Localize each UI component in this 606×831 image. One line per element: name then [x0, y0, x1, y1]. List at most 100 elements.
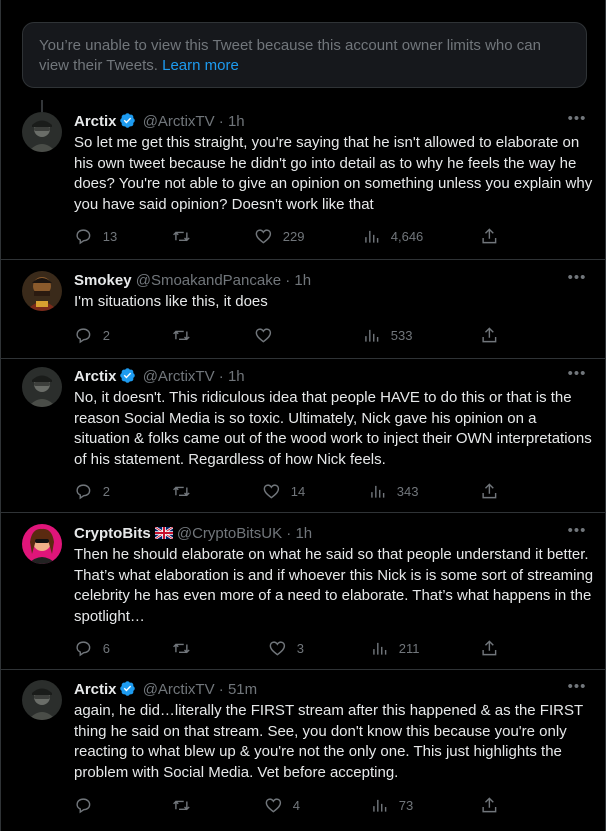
separator: ·	[286, 525, 292, 542]
tweet[interactable]: CryptoBits @CryptoBitsUK · 1h ••• Then h…	[1, 513, 606, 670]
timestamp[interactable]: 1h	[294, 272, 311, 289]
reply-count: 2	[102, 483, 110, 499]
tweet-actions: 13 229 4,646	[74, 226, 500, 246]
separator: ·	[218, 681, 224, 698]
timestamp[interactable]: 1h	[228, 368, 245, 385]
separator: ·	[218, 113, 224, 130]
display-name[interactable]: Arctix	[74, 681, 117, 698]
reply-button[interactable]: 13	[74, 226, 117, 246]
like-button[interactable]: 14	[262, 481, 305, 501]
views-button[interactable]: 533	[362, 325, 412, 345]
tweet-actions: 2 533	[74, 325, 500, 345]
restricted-tweet-notice: You’re unable to view this Tweet because…	[22, 22, 587, 88]
handle[interactable]: @SmoakandPancake	[136, 272, 281, 289]
retweet-button[interactable]	[172, 481, 201, 501]
tweet[interactable]: Smokey @SmoakandPancake · 1h ••• I'm sit…	[1, 260, 606, 359]
avatar[interactable]	[22, 112, 62, 152]
reply-icon	[76, 641, 91, 656]
display-name[interactable]: CryptoBits	[74, 525, 151, 542]
reply-button[interactable]: 2	[74, 481, 110, 501]
heart-icon	[255, 229, 272, 244]
share-button[interactable]	[480, 638, 499, 658]
retweet-button[interactable]	[172, 795, 201, 815]
reply-button[interactable]	[74, 795, 103, 815]
heart-icon	[265, 798, 282, 813]
views-icon	[365, 329, 379, 342]
reply-icon	[76, 229, 91, 244]
views-button[interactable]: 4,646	[362, 226, 423, 246]
more-options-icon[interactable]: •••	[567, 270, 587, 291]
uk-flag-icon	[154, 525, 174, 540]
view-count: 343	[396, 483, 419, 499]
like-button[interactable]: 229	[254, 226, 304, 246]
retweet-button[interactable]	[172, 226, 201, 246]
heart-icon	[263, 484, 280, 499]
timestamp[interactable]: 51m	[228, 681, 257, 698]
avatar[interactable]	[22, 524, 62, 564]
share-button[interactable]	[480, 325, 499, 345]
learn-more-link[interactable]: Learn more	[162, 57, 239, 74]
tweet-text: Then he should elaborate on what he said…	[74, 546, 594, 625]
avatar[interactable]	[22, 271, 62, 311]
display-name[interactable]: Arctix	[74, 113, 117, 130]
retweet-icon	[173, 486, 190, 496]
reply-button[interactable]: 6	[74, 638, 110, 658]
like-count: 4	[292, 797, 300, 813]
reply-icon	[76, 484, 91, 499]
reply-icon	[76, 328, 91, 343]
views-button[interactable]: 343	[368, 481, 418, 501]
handle[interactable]: @CryptoBitsUK	[177, 525, 282, 542]
avatar[interactable]	[22, 367, 62, 407]
more-options-icon[interactable]: •••	[567, 111, 587, 132]
more-options-icon[interactable]: •••	[567, 523, 587, 544]
retweet-icon	[173, 330, 190, 340]
reply-button[interactable]: 2	[74, 325, 110, 345]
share-button[interactable]	[480, 795, 499, 815]
tweet-actions: 6 3 211	[74, 638, 500, 658]
views-icon	[371, 485, 385, 498]
share-button[interactable]	[480, 226, 499, 246]
display-name[interactable]: Smokey	[74, 272, 132, 289]
handle[interactable]: @ArctixTV	[143, 368, 215, 385]
retweet-button[interactable]	[172, 638, 201, 658]
more-options-icon[interactable]: •••	[567, 679, 587, 700]
view-count: 211	[398, 640, 420, 656]
views-icon	[373, 642, 387, 655]
tweet-actions: 4 73	[74, 795, 500, 815]
handle[interactable]: @ArctixTV	[143, 681, 215, 698]
separator: ·	[218, 368, 224, 385]
like-button[interactable]: 4	[264, 795, 300, 815]
tweet[interactable]: Arctix @ArctixTV · 51m ••• again, he did…	[1, 670, 606, 831]
views-icon	[365, 230, 379, 243]
share-button[interactable]	[480, 481, 499, 501]
like-button[interactable]: 3	[268, 638, 304, 658]
retweet-icon	[173, 643, 190, 653]
timestamp[interactable]: 1h	[228, 113, 245, 130]
like-count: 14	[290, 483, 306, 499]
retweet-icon	[173, 800, 190, 810]
views-button[interactable]: 73	[370, 795, 413, 815]
tweet-text: I'm situations like this, it does	[74, 293, 268, 310]
view-count: 533	[390, 327, 413, 343]
tweet-header: CryptoBits @CryptoBitsUK · 1h	[74, 524, 567, 544]
more-options-icon[interactable]: •••	[567, 366, 587, 387]
reply-count: 13	[102, 228, 118, 244]
tweet-text: No, it doesn't. This ridiculous idea tha…	[74, 389, 592, 468]
notice-text: You’re unable to view this Tweet because…	[39, 37, 541, 74]
display-name[interactable]: Arctix	[74, 368, 117, 385]
like-count: 3	[296, 640, 304, 656]
like-button[interactable]	[254, 325, 283, 345]
like-count: 229	[282, 228, 305, 244]
share-icon	[482, 796, 497, 812]
tweet[interactable]: Arctix @ArctixTV · 1h ••• So let me get …	[1, 100, 606, 260]
tweet[interactable]: Arctix @ArctixTV · 1h ••• No, it doesn't…	[1, 359, 606, 513]
retweet-button[interactable]	[172, 325, 201, 345]
views-button[interactable]: 211	[370, 638, 419, 658]
timestamp[interactable]: 1h	[295, 525, 312, 542]
avatar[interactable]	[22, 680, 62, 720]
views-icon	[373, 799, 387, 812]
reply-count: 2	[102, 327, 110, 343]
share-icon	[482, 326, 497, 342]
handle[interactable]: @ArctixTV	[143, 113, 215, 130]
reply-count: 6	[102, 640, 110, 656]
